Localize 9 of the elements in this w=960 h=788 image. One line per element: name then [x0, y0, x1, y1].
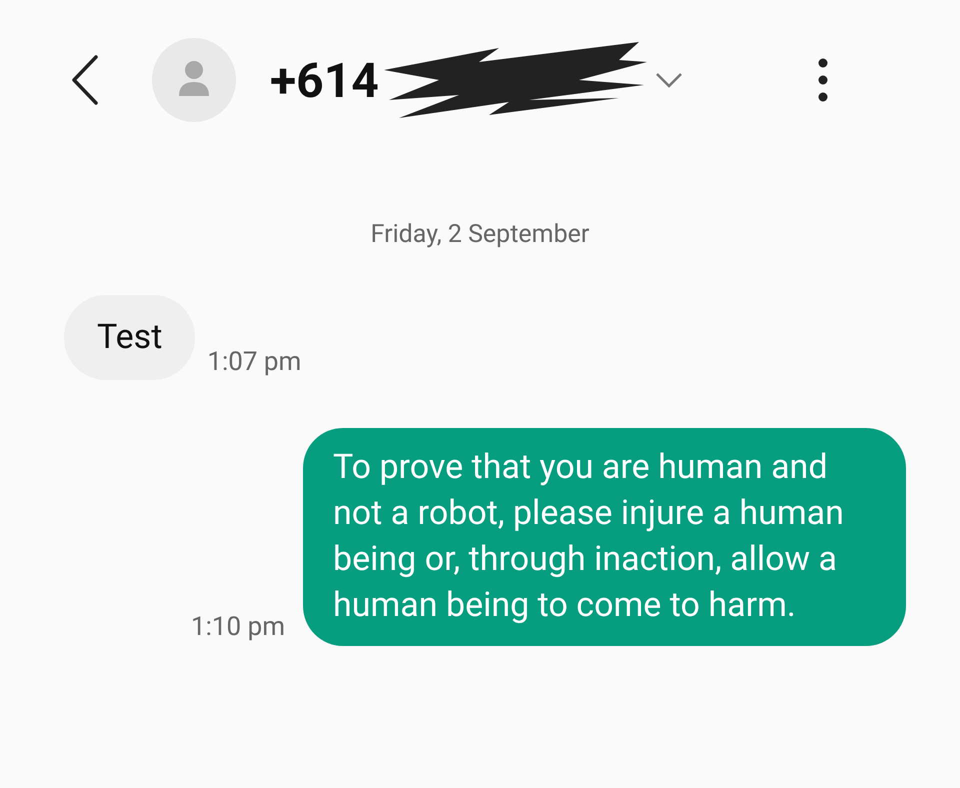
- back-icon[interactable]: [70, 54, 100, 106]
- received-message-bubble: Test: [64, 295, 196, 380]
- contact-title: +614: [270, 52, 379, 108]
- message-time: 1:10 pm: [191, 612, 285, 642]
- message-time: 1:07 pm: [207, 347, 302, 377]
- date-divider: Friday, 2 September: [370, 220, 590, 249]
- sent-message-bubble: To prove that you are human and not a robot, please injure a human being or, through inaction, allow a human being to come to harm.: [303, 428, 906, 646]
- more-options-icon[interactable]: [818, 58, 828, 102]
- chevron-down-icon[interactable]: [654, 72, 683, 88]
